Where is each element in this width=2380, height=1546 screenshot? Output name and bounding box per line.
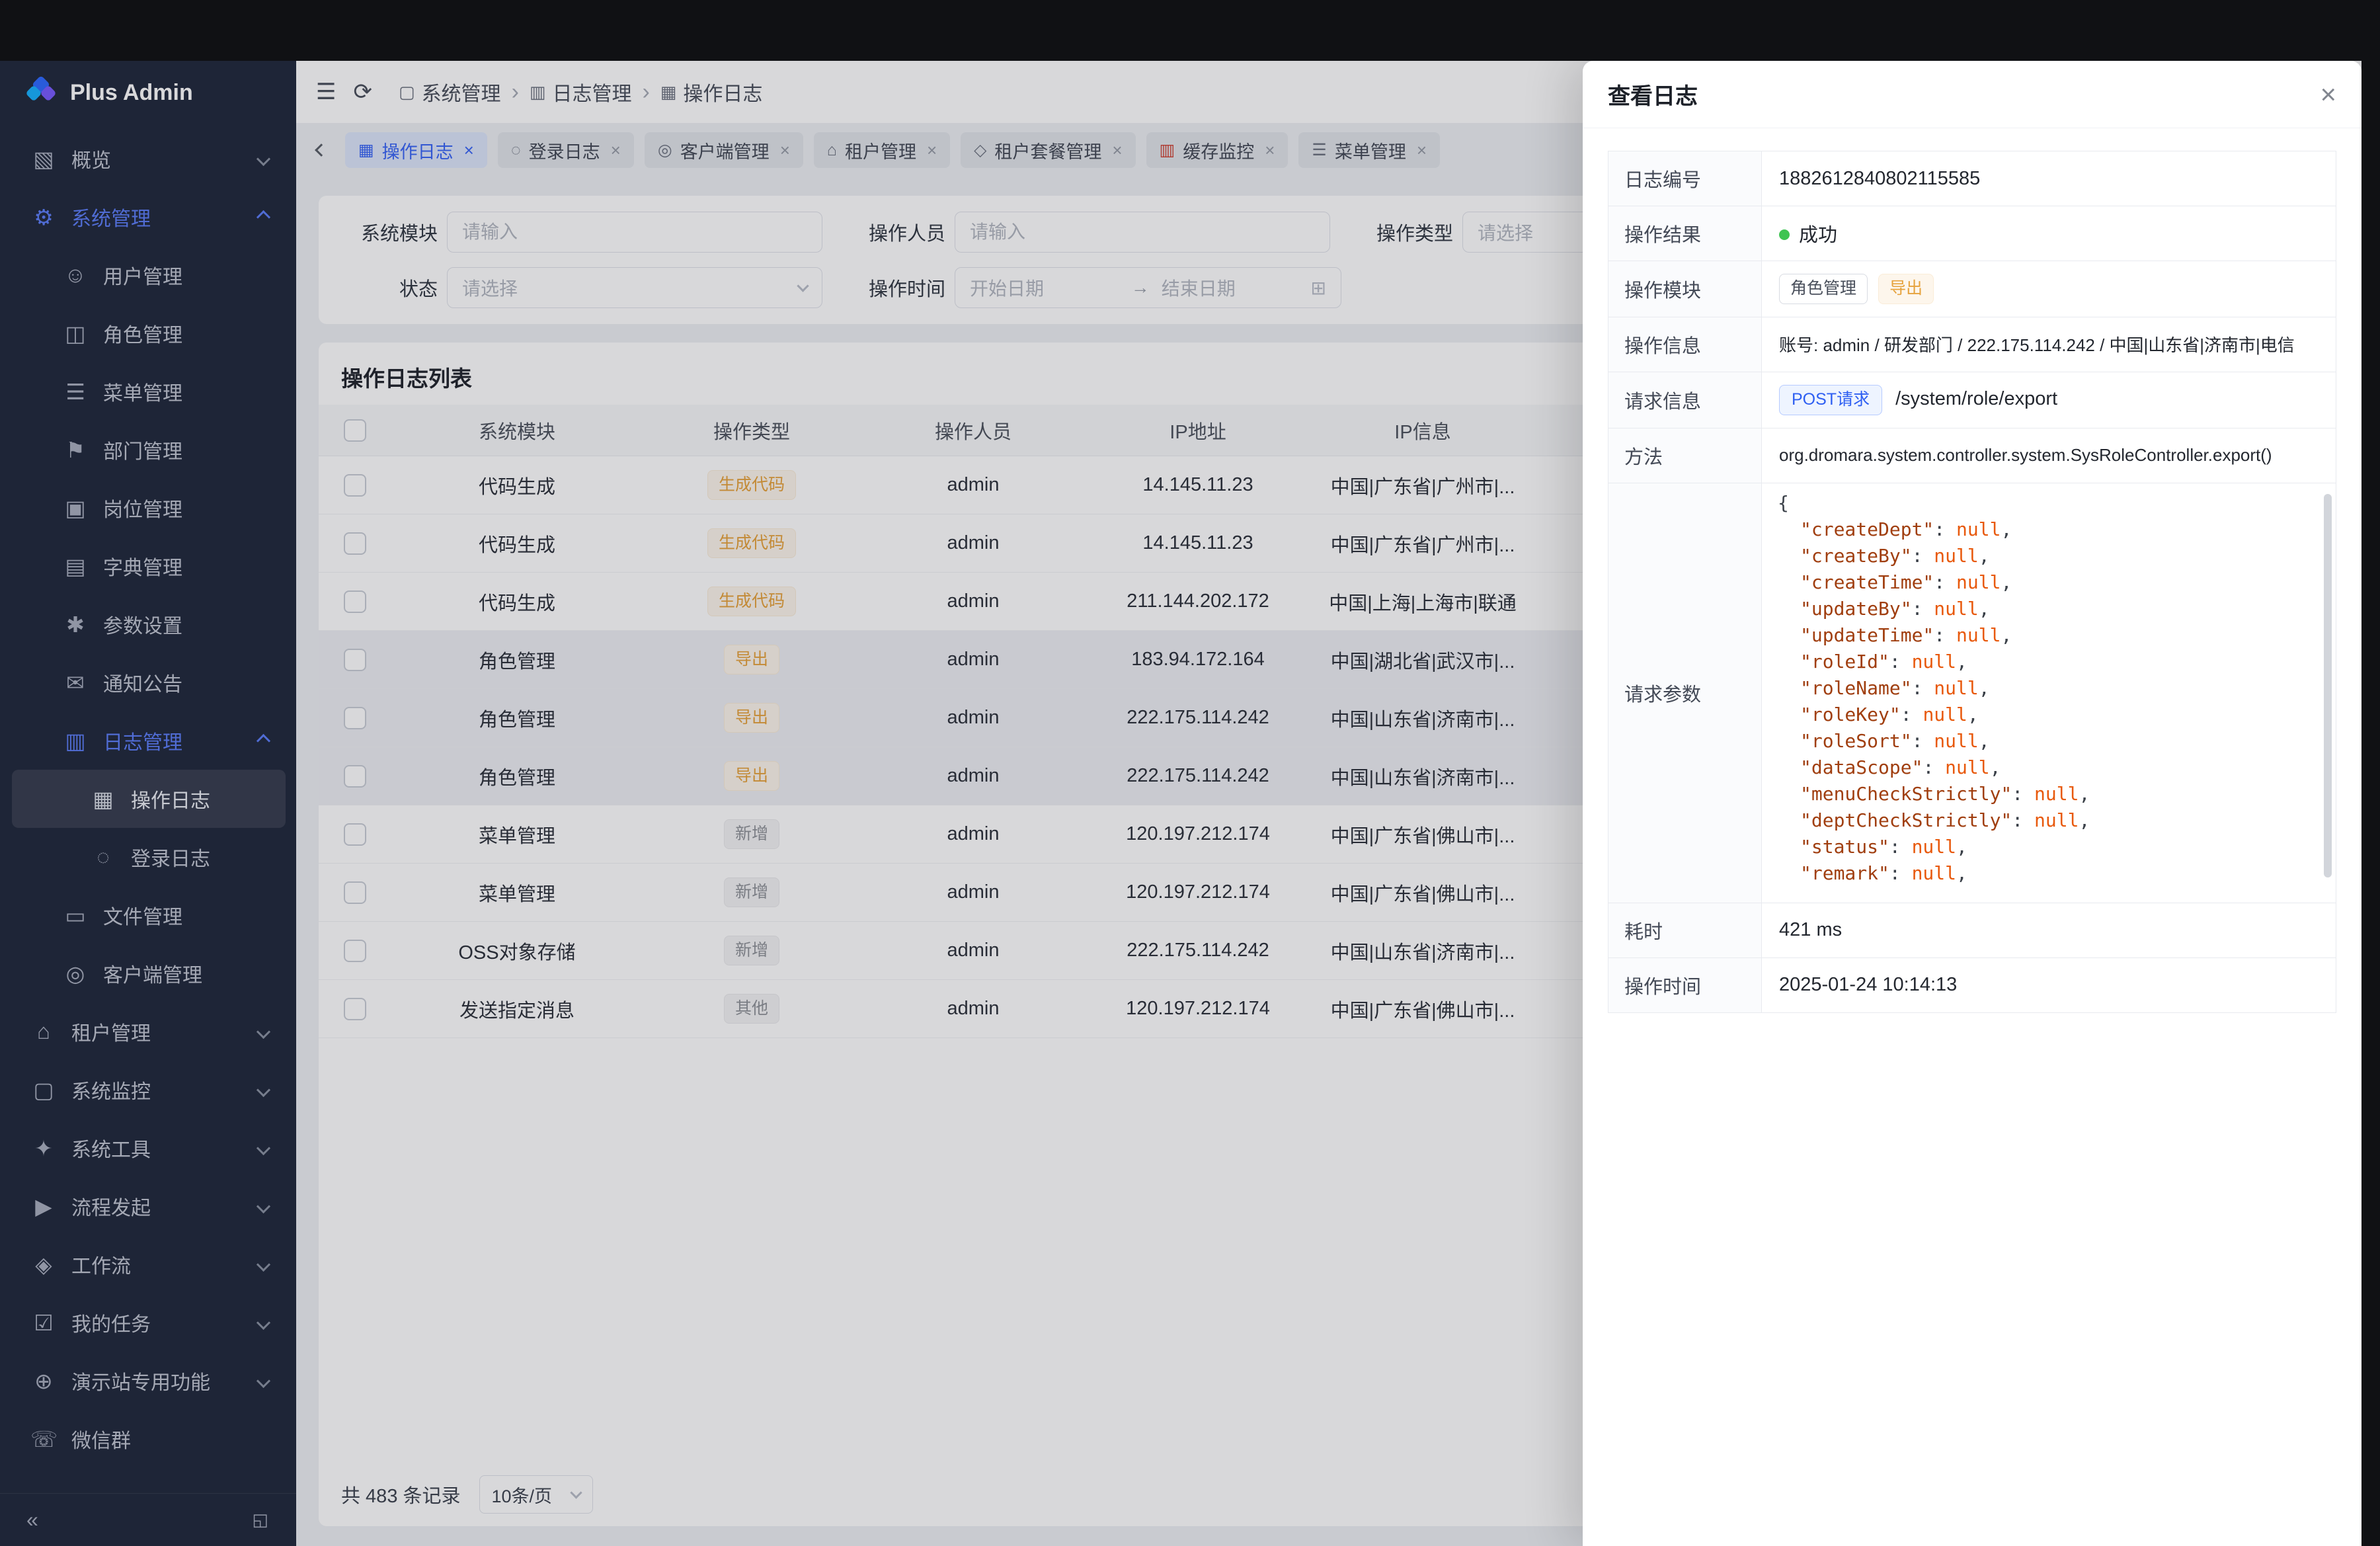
post-method-tag: POST请求 <box>1779 385 1882 415</box>
detail-row-result: 操作结果 成功 <box>1608 206 2336 261</box>
browser-scrollbar-strip[interactable] <box>2361 61 2380 1546</box>
drawer-title: 查看日志 <box>1608 78 1698 110</box>
detail-label: 操作模块 <box>1608 261 1762 317</box>
detail-label: 操作时间 <box>1608 957 1762 1012</box>
detail-value-method: org.dromara.system.controller.system.Sys… <box>1762 428 2336 483</box>
detail-value-cost: 421 ms <box>1762 903 2336 957</box>
detail-row-module: 操作模块 角色管理 导出 <box>1608 261 2336 317</box>
detail-row-log-id: 日志编号 1882612840802115585 <box>1608 151 2336 206</box>
request-path: /system/role/export <box>1895 388 2057 409</box>
detail-label: 耗时 <box>1608 903 1762 957</box>
detail-row-method: 方法 org.dromara.system.controller.system.… <box>1608 428 2336 483</box>
detail-row-time: 操作时间 2025-01-24 10:14:13 <box>1608 957 2336 1012</box>
export-tag: 导出 <box>1878 274 1934 304</box>
drawer-header: 查看日志 × <box>1583 61 2361 128</box>
detail-row-cost: 耗时 421 ms <box>1608 903 2336 957</box>
detail-value-result: 成功 <box>1762 206 2336 261</box>
app-window: Plus Admin ▧概览 ⚙系统管理 ☺用户管理 ◫角色管理 ☰菜单管理 ⚑… <box>0 61 2361 1546</box>
request-params-code: { "createDept": null, "createBy": null, … <box>1762 483 2336 903</box>
detail-label: 操作信息 <box>1608 317 1762 372</box>
code-scrollbar[interactable] <box>2324 494 2332 877</box>
view-log-drawer: 查看日志 × 日志编号 1882612840802115585 操作结果 成功 … <box>1583 61 2361 1546</box>
detail-value-module: 角色管理 导出 <box>1762 261 2336 317</box>
detail-row-request: 请求信息 POST请求/system/role/export <box>1608 372 2336 428</box>
detail-value-time: 2025-01-24 10:14:13 <box>1762 957 2336 1012</box>
detail-row-info: 操作信息 账号: admin / 研发部门 / 222.175.114.242 … <box>1608 317 2336 372</box>
detail-value-log-id: 1882612840802115585 <box>1762 151 2336 206</box>
detail-value-request: POST请求/system/role/export <box>1762 372 2336 428</box>
detail-label: 操作结果 <box>1608 206 1762 261</box>
module-tag: 角色管理 <box>1779 274 1868 304</box>
detail-value-info: 账号: admin / 研发部门 / 222.175.114.242 / 中国|… <box>1762 317 2336 372</box>
log-detail-table: 日志编号 1882612840802115585 操作结果 成功 操作模块 角色… <box>1608 151 2336 1013</box>
detail-label: 方法 <box>1608 428 1762 483</box>
detail-label: 请求信息 <box>1608 372 1762 428</box>
detail-row-params: 请求参数 { "createDept": null, "createBy": n… <box>1608 483 2336 903</box>
detail-label: 日志编号 <box>1608 151 1762 206</box>
browser-chrome-top <box>0 0 2380 61</box>
close-icon[interactable]: × <box>2320 81 2336 108</box>
detail-value-params: { "createDept": null, "createBy": null, … <box>1762 483 2336 903</box>
detail-label: 请求参数 <box>1608 483 1762 903</box>
success-dot-icon <box>1779 229 1790 240</box>
